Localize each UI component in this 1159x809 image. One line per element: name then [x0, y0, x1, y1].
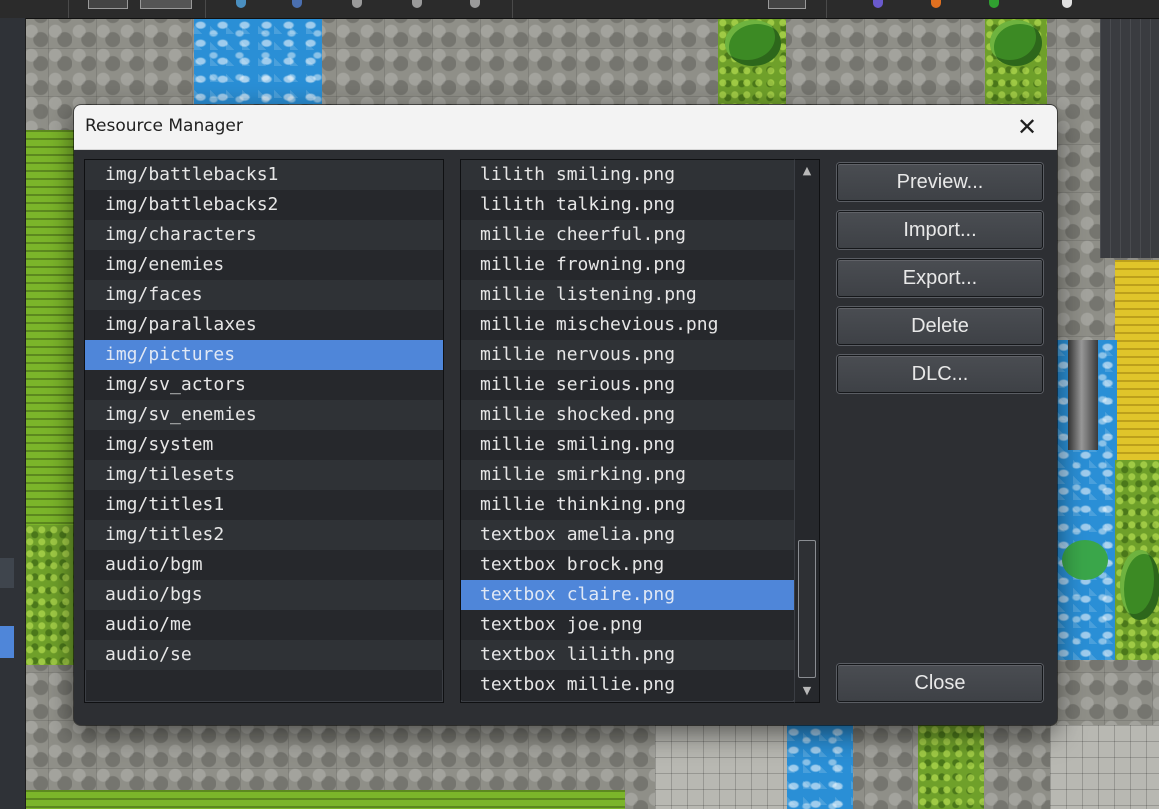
file-list-item[interactable]: millie cheerful.png [461, 220, 794, 250]
file-list-item[interactable]: millie listening.png [461, 280, 794, 310]
folder-list-item[interactable]: img/battlebacks2 [85, 190, 443, 220]
folder-list-item[interactable]: img/parallaxes [85, 310, 443, 340]
close-button[interactable]: Close [837, 664, 1043, 702]
left-panel-selected-strip [0, 626, 14, 658]
file-list-item[interactable]: millie shocked.png [461, 400, 794, 430]
white-marker-icon[interactable] [1062, 0, 1072, 8]
folder-list-item[interactable]: audio/se [85, 640, 443, 670]
delete-button[interactable]: Delete [837, 307, 1043, 345]
scroll-up-icon[interactable]: ▲ [795, 160, 819, 182]
resource-manager-dialog: Resource Manager ✕ img/battlebacks1 img/b… [74, 105, 1057, 725]
scrollbar-thumb[interactable] [798, 540, 816, 678]
stone-floor-tile [655, 725, 790, 809]
preview-button[interactable]: Preview... [837, 163, 1043, 201]
stone-floor-tile [1050, 725, 1159, 809]
folder-list-item[interactable]: img/titles2 [85, 520, 443, 550]
folder-list-item[interactable]: img/faces [85, 280, 443, 310]
green-marker-icon[interactable] [989, 0, 999, 8]
green-roof-tile [25, 790, 625, 809]
file-list-item[interactable]: lilith talking.png [461, 190, 794, 220]
folder-list-item[interactable]: img/system [85, 430, 443, 460]
bush [990, 20, 1042, 66]
toolbar-separator [512, 0, 513, 18]
layer-icon[interactable] [292, 0, 302, 8]
folder-list[interactable]: img/battlebacks1 img/battlebacks2 img/char… [84, 159, 444, 703]
file-list-item[interactable]: millie mischevious.png [461, 310, 794, 340]
file-list-item[interactable]: millie smiling.png [461, 430, 794, 460]
folder-list-item[interactable]: img/enemies [85, 250, 443, 280]
file-list-item[interactable]: millie nervous.png [461, 340, 794, 370]
toolbar-button[interactable] [140, 0, 192, 9]
purple-marker-icon[interactable] [873, 0, 883, 8]
dlc-button[interactable]: DLC... [837, 355, 1043, 393]
folder-list-item[interactable]: audio/bgm [85, 550, 443, 580]
water-tile [787, 725, 853, 809]
folder-list-item[interactable]: img/sv_actors [85, 370, 443, 400]
file-list-item[interactable]: textbox brock.png [461, 550, 794, 580]
file-list-item[interactable]: millie smirking.png [461, 460, 794, 490]
folder-list-item[interactable]: img/battlebacks1 [85, 160, 443, 190]
layer-icon[interactable] [412, 0, 422, 8]
dialog-titlebar: Resource Manager ✕ [74, 105, 1057, 150]
orange-marker-icon[interactable] [931, 0, 941, 8]
layer-icon[interactable] [470, 0, 480, 8]
folder-list-item[interactable]: img/tilesets [85, 460, 443, 490]
lily-pad [1062, 540, 1108, 580]
file-list-item[interactable]: textbox millie.png [461, 670, 794, 700]
toolbar-separator [826, 0, 827, 18]
scroll-down-icon[interactable]: ▼ [795, 680, 819, 702]
folder-list-item[interactable]: img/sv_enemies [85, 400, 443, 430]
folder-list-item[interactable]: img/titles1 [85, 490, 443, 520]
grass-tile [25, 525, 75, 665]
toolbar-separator [205, 0, 206, 18]
folder-list-item[interactable]: img/pictures [85, 340, 443, 370]
folder-list-item[interactable]: audio/bgs [85, 580, 443, 610]
file-list-item[interactable]: textbox claire.png [461, 580, 794, 610]
yellow-roof-tile [1115, 260, 1159, 460]
toolbar-separator [68, 0, 69, 18]
grass-tile [918, 725, 984, 809]
editor-toolbar [0, 0, 1159, 19]
file-list-item[interactable]: textbox joe.png [461, 610, 794, 640]
toolbar-button[interactable] [88, 0, 128, 9]
export-button[interactable]: Export... [837, 259, 1043, 297]
file-list-item[interactable]: millie serious.png [461, 370, 794, 400]
layer-icon[interactable] [352, 0, 362, 8]
water-tile [194, 18, 322, 104]
left-panel-edge [0, 18, 26, 809]
close-icon[interactable]: ✕ [1005, 107, 1049, 147]
file-list-item[interactable]: lilith smiling.png [461, 160, 794, 190]
toolbar-button[interactable] [768, 0, 806, 9]
left-panel-strip [0, 558, 14, 588]
file-list-item[interactable]: textbox lilith.png [461, 640, 794, 670]
import-button[interactable]: Import... [837, 211, 1043, 249]
file-list-item[interactable]: millie thinking.png [461, 490, 794, 520]
folder-list-item[interactable]: audio/me [85, 610, 443, 640]
file-list-scrollbar[interactable]: ▲ ▼ [794, 159, 820, 703]
file-list-item[interactable]: millie frowning.png [461, 250, 794, 280]
bush [1120, 550, 1159, 620]
wall-tile [1100, 18, 1159, 258]
folder-list-item[interactable]: img/characters [85, 220, 443, 250]
bush [725, 20, 781, 66]
file-list[interactable]: lilith smiling.png lilith talking.png mill… [460, 159, 795, 703]
pipe [1068, 340, 1098, 450]
dialog-title: Resource Manager [85, 116, 243, 136]
layer-icon[interactable] [236, 0, 246, 8]
file-list-item[interactable]: textbox amelia.png [461, 520, 794, 550]
